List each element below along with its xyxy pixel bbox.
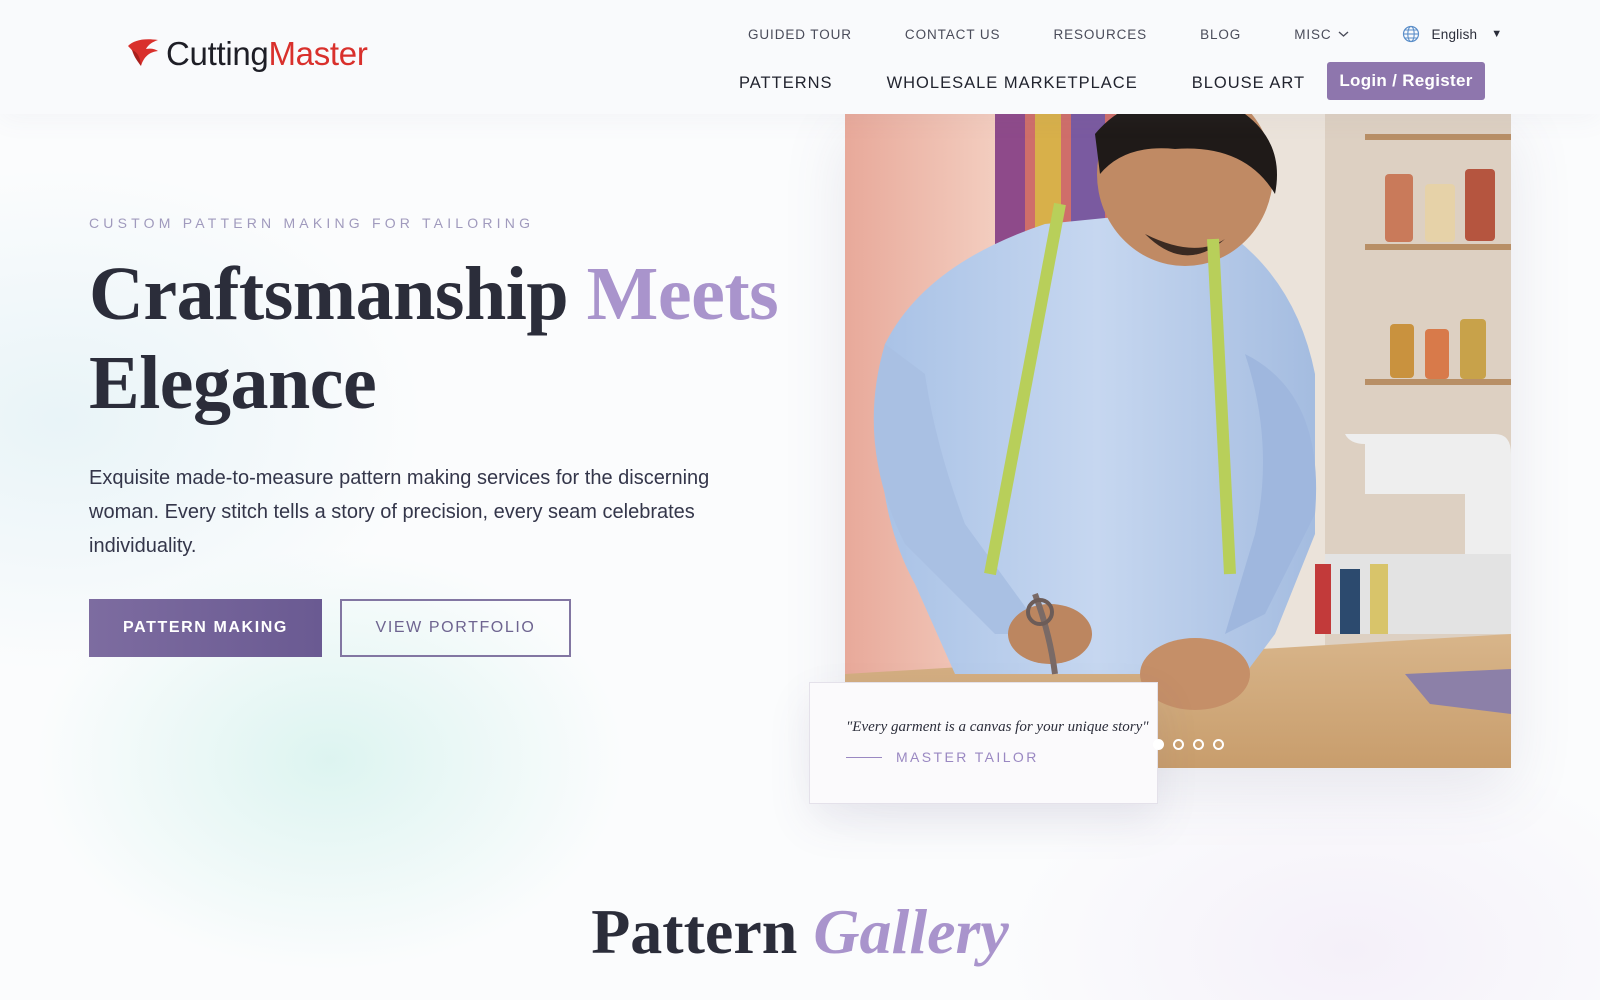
nav-patterns[interactable]: PATTERNS (739, 74, 833, 93)
globe-icon (1402, 25, 1419, 43)
testimonial-author: MASTER TAILOR (846, 749, 1121, 765)
logo[interactable]: CuttingMaster (124, 34, 368, 74)
divider (846, 756, 882, 758)
logo-text: CuttingMaster (166, 35, 368, 72)
nav-contact-us[interactable]: CONTACT US (905, 27, 1001, 42)
login-register-button[interactable]: Login / Register (1327, 62, 1485, 100)
carousel-dots (1153, 739, 1224, 750)
nav-wholesale-marketplace[interactable]: WHOLESALE MARKETPLACE (887, 74, 1138, 93)
testimonial-card: "Every garment is a canvas for your uniq… (809, 682, 1158, 804)
hero-headline: Craftsmanship Meets Elegance (89, 252, 779, 425)
top-nav: GUIDED TOUR CONTACT US RESOURCES BLOG MI… (748, 24, 1502, 44)
hero-intro: Exquisite made-to-measure pattern making… (89, 467, 710, 557)
testimonial-quote: "Every garment is a canvas for your uniq… (846, 719, 1149, 735)
language-selector[interactable]: English ▼ (1402, 25, 1503, 43)
carousel-dot-4[interactable] (1213, 739, 1224, 750)
pattern-gallery-title: Pattern Gallery (591, 896, 1009, 967)
nav-misc-dropdown[interactable]: MISC (1294, 26, 1349, 42)
nav-blog[interactable]: BLOG (1200, 27, 1241, 42)
view-portfolio-button[interactable]: VIEW PORTFOLIO (340, 599, 571, 657)
carousel-dot-1[interactable] (1153, 739, 1164, 750)
site-header: CuttingMaster GUIDED TOUR CONTACT US RES… (0, 0, 1600, 114)
caret-down-icon: ▼ (1491, 28, 1503, 40)
hero-eyebrow: CUSTOM PATTERN MAKING FOR TAILORING (89, 215, 535, 231)
bird-logo-icon (128, 39, 158, 66)
testimonial-author-name: MASTER TAILOR (896, 749, 1039, 765)
nav-guided-tour[interactable]: GUIDED TOUR (748, 27, 852, 42)
language-label: English (1431, 26, 1478, 42)
hero-image-tailor (845, 114, 1511, 768)
carousel-dot-3[interactable] (1193, 739, 1204, 750)
main-nav: PATTERNS WHOLESALE MARKETPLACE BLOUSE AR… (739, 66, 1359, 100)
nav-misc-label: MISC (1294, 26, 1332, 42)
pattern-making-button[interactable]: PATTERN MAKING (89, 599, 322, 657)
nav-resources[interactable]: RESOURCES (1053, 27, 1147, 42)
nav-blouse-art[interactable]: BLOUSE ART (1192, 74, 1305, 93)
carousel-dot-2[interactable] (1173, 739, 1184, 750)
chevron-down-icon (1338, 31, 1349, 37)
